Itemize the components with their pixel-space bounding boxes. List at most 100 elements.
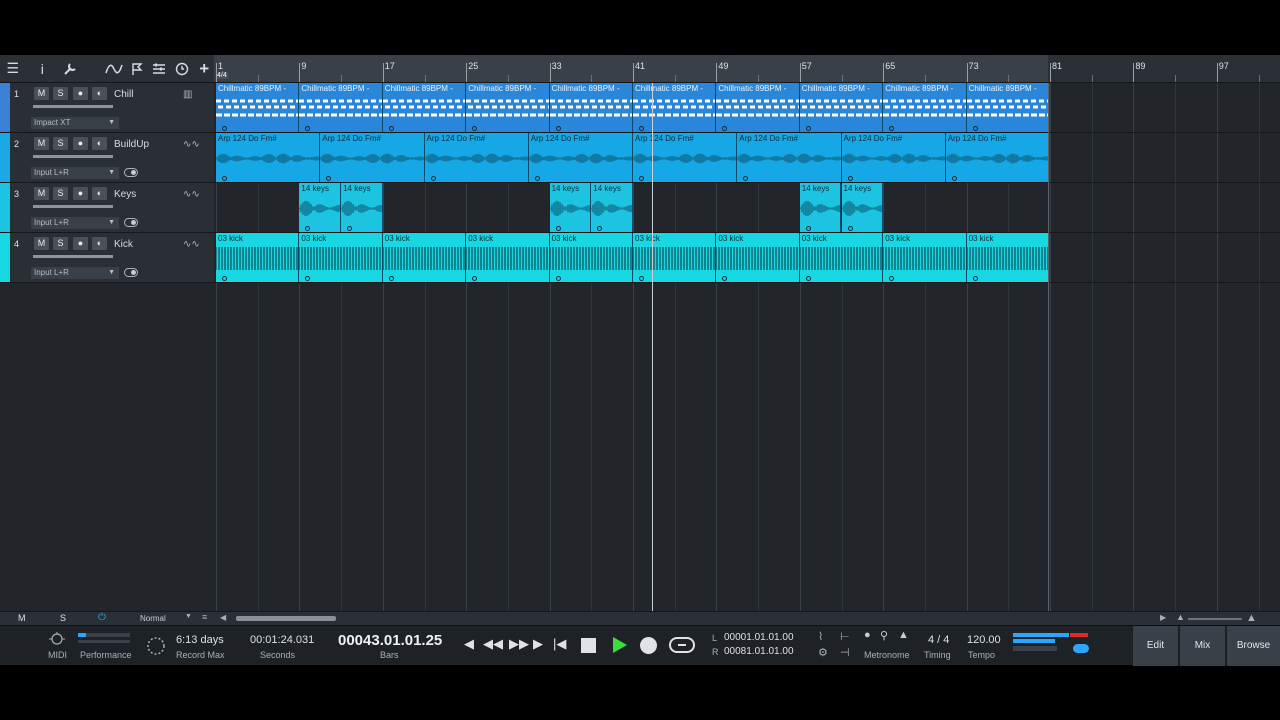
monitor-button[interactable]: ◐ <box>91 136 108 151</box>
timeline-ruler[interactable]: 4/4 1 9 17 25 33 41 49 57 65 73 81 89 97 <box>214 55 1280 83</box>
clip-handle-icon[interactable] <box>472 126 478 131</box>
clip-handle-icon[interactable] <box>388 126 394 131</box>
mute-button[interactable]: M <box>33 136 50 151</box>
wrench-icon[interactable] <box>60 59 80 79</box>
fast-forward-icon[interactable]: ▶▶ <box>509 636 529 652</box>
audio-clip[interactable]: Chillmatic 89BPM - <box>716 83 800 132</box>
audio-clip[interactable]: Arp 124 Do Fm# <box>320 133 425 182</box>
audio-clip[interactable]: 03 kick <box>216 233 300 282</box>
track-color-strip[interactable] <box>0 233 10 282</box>
audio-clip[interactable]: 03 kick <box>549 233 633 282</box>
mixer-icon[interactable] <box>150 59 170 79</box>
clip-handle-icon[interactable] <box>639 276 644 281</box>
clip-handle-icon[interactable] <box>743 176 749 181</box>
track-header[interactable]: 4 M S ● ◐ Kick ∿∿ Input L+R ▼ <box>0 233 214 283</box>
solo-button[interactable]: S <box>52 136 69 151</box>
track-color-strip[interactable] <box>0 83 10 132</box>
audio-clip[interactable]: 03 kick <box>799 233 884 282</box>
input-monitor-toggle[interactable] <box>124 268 138 277</box>
mute-button[interactable]: M <box>33 236 50 251</box>
punch-icon[interactable]: ⊢ <box>840 630 850 643</box>
track-header[interactable]: 2 M S ● ◐ BuildUp ∿∿ Input L+R ▼ <box>0 133 214 183</box>
audio-clip[interactable]: Chillmatic 89BPM - <box>299 83 383 132</box>
input-select[interactable]: Input L+R ▼ <box>31 167 119 179</box>
clip-handle-icon[interactable] <box>347 226 353 231</box>
record-arm-button[interactable]: ● <box>72 186 89 201</box>
clip-handle-icon[interactable] <box>639 176 644 181</box>
global-solo-button[interactable]: S <box>60 613 66 623</box>
zoom-slider[interactable] <box>1188 618 1242 620</box>
input-monitor-toggle[interactable] <box>124 168 138 177</box>
clock-icon[interactable] <box>172 59 192 79</box>
horizontal-scrollbar[interactable] <box>236 616 336 621</box>
clip-handle-icon[interactable] <box>305 226 311 231</box>
audio-clip[interactable]: 14 keys <box>841 183 884 232</box>
audio-clip[interactable]: Arp 124 Do Fm# <box>945 133 1050 182</box>
track-name[interactable]: Chill <box>114 89 133 100</box>
track-color-strip[interactable] <box>0 133 10 182</box>
loop-right-value[interactable]: 00081.01.01.00 <box>724 646 794 657</box>
play-button[interactable] <box>611 636 629 654</box>
scroll-right-icon[interactable]: ▶ <box>1160 613 1166 622</box>
audio-clip[interactable]: 03 kick <box>966 233 1050 282</box>
audio-clip[interactable]: 14 keys <box>549 183 592 232</box>
clip-handle-icon[interactable] <box>972 276 978 281</box>
clip-handle-icon[interactable] <box>805 226 811 231</box>
loop-left-value[interactable]: 00001.01.01.00 <box>724 632 794 643</box>
clip-handle-icon[interactable] <box>222 126 227 131</box>
precount-icon[interactable]: ⌇ <box>818 630 823 643</box>
clip-handle-icon[interactable] <box>534 176 540 181</box>
previous-marker-icon[interactable]: ◀ <box>464 636 474 652</box>
clip-handle-icon[interactable] <box>305 276 311 281</box>
solo-button[interactable]: S <box>52 236 69 251</box>
clip-handle-icon[interactable] <box>555 276 561 281</box>
clip-handle-icon[interactable] <box>805 276 811 281</box>
mute-button[interactable]: M <box>33 86 50 101</box>
volume-fader[interactable] <box>33 105 113 108</box>
audio-clip[interactable]: Arp 124 Do Fm# <box>528 133 633 182</box>
solo-button[interactable]: S <box>52 186 69 201</box>
clip-handle-icon[interactable] <box>972 126 978 131</box>
add-icon[interactable]: + <box>195 59 215 79</box>
audio-clip[interactable]: Arp 124 Do Fm# <box>841 133 946 182</box>
mode-select[interactable]: Normal <box>140 614 166 623</box>
clip-handle-icon[interactable] <box>472 276 478 281</box>
mute-button[interactable]: M <box>33 186 50 201</box>
clip-handle-icon[interactable] <box>555 226 561 231</box>
audio-clip[interactable]: Arp 124 Do Fm# <box>737 133 842 182</box>
track-header[interactable]: 1 M S ● ◐ Chill ▥ Impact XT ▼ <box>0 83 214 133</box>
timing-value[interactable]: 4 / 4 <box>928 634 949 646</box>
audio-clip[interactable]: Chillmatic 89BPM - <box>966 83 1050 132</box>
seconds-value[interactable]: 00:01:24.031 <box>250 634 314 646</box>
monitor-button[interactable]: ◐ <box>91 86 108 101</box>
audio-clip[interactable]: 03 kick <box>633 233 717 282</box>
mix-view-button[interactable]: Mix <box>1179 626 1225 666</box>
audio-clip[interactable]: Chillmatic 89BPM - <box>549 83 633 132</box>
track-color-strip[interactable] <box>0 183 10 232</box>
clip-handle-icon[interactable] <box>889 276 895 281</box>
audio-clip[interactable]: Chillmatic 89BPM - <box>466 83 550 132</box>
main-out-toggle[interactable] <box>1073 644 1089 653</box>
audio-clip[interactable]: 14 keys <box>799 183 842 232</box>
loop-button[interactable] <box>668 636 696 654</box>
return-to-zero-icon[interactable]: |◀ <box>553 636 566 652</box>
tempo-value[interactable]: 120.00 <box>967 634 1001 646</box>
audio-clip[interactable]: Chillmatic 89BPM - <box>216 83 300 132</box>
settings-gear-icon[interactable]: ⚙ <box>818 646 828 659</box>
audio-clip[interactable]: Arp 124 Do Fm# <box>424 133 529 182</box>
autopunch-icon[interactable]: ⊣ <box>840 646 850 659</box>
clip-handle-icon[interactable] <box>951 176 957 181</box>
clip-handle-icon[interactable] <box>305 126 311 131</box>
audio-clip[interactable]: 03 kick <box>883 233 967 282</box>
global-mute-button[interactable]: M <box>18 613 26 623</box>
record-arm-button[interactable]: ● <box>72 136 89 151</box>
record-button[interactable] <box>640 637 657 654</box>
monitor-button[interactable]: ◐ <box>91 236 108 251</box>
audio-clip[interactable]: Arp 124 Do Fm# <box>633 133 738 182</box>
clip-handle-icon[interactable] <box>847 226 853 231</box>
audio-clip[interactable]: Chillmatic 89BPM - <box>382 83 467 132</box>
browse-view-button[interactable]: Browse <box>1226 626 1280 666</box>
monitor-icon[interactable]: ⏻ <box>98 612 106 623</box>
volume-fader[interactable] <box>33 205 113 208</box>
input-select[interactable]: Input L+R ▼ <box>31 217 119 229</box>
